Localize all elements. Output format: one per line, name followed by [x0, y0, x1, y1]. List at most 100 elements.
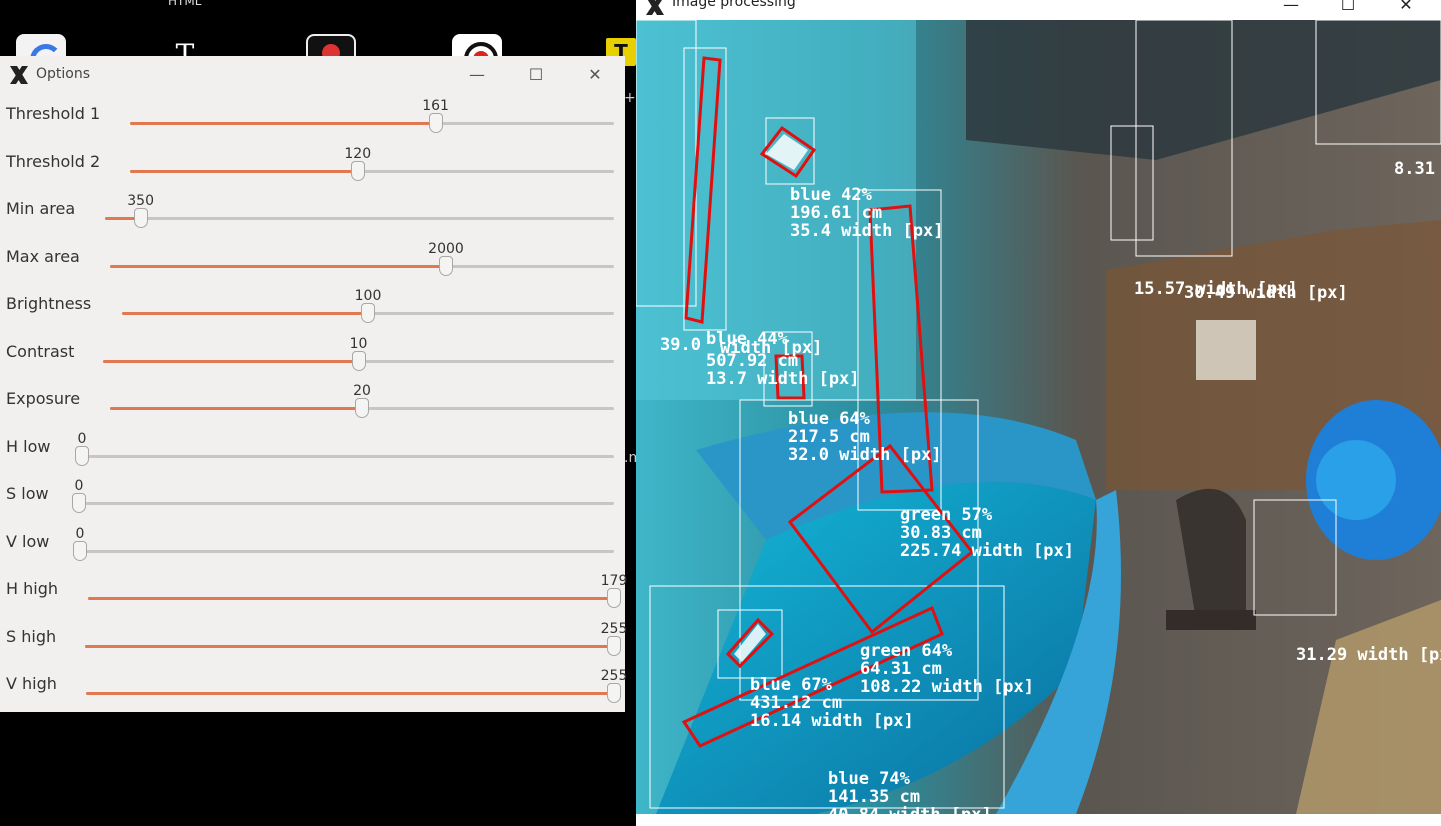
slider-handle[interactable] — [133, 208, 148, 228]
annotation-label: 31.29 width [px] — [1296, 645, 1441, 665]
annotation-label: 39.0 — [660, 335, 701, 355]
close-button[interactable]: ✕ — [1395, 0, 1417, 16]
annotation-label: 141.35 cm — [828, 787, 920, 807]
slider-label: V high — [6, 674, 57, 693]
slider-label: Min area — [6, 199, 76, 218]
slider-value: 2000 — [428, 241, 464, 257]
slider-value: 100 — [354, 288, 382, 304]
slider-value: 0 — [74, 478, 84, 494]
image-processing-window: Image processing — ☐ ✕ blue 42% 196.61 c… — [636, 0, 1441, 826]
slider-label: Exposure — [6, 389, 81, 408]
slider-row-v-high: V high 255 — [0, 668, 627, 730]
minimize-button[interactable]: — — [1280, 0, 1302, 16]
annotation-label: 225.74 width [px] — [900, 541, 1074, 561]
slider-track[interactable]: 350 — [105, 193, 614, 228]
slider-value: 120 — [344, 146, 372, 162]
slider-value: 0 — [75, 526, 85, 542]
detection-overlay: blue 42% 196.61 cm 35.4 width [px] 39.0 … — [636, 20, 1441, 814]
annotation-label: blue 67% — [750, 675, 833, 695]
slider-handle[interactable] — [361, 303, 375, 323]
annotation-label: 64.31 cm — [860, 659, 942, 679]
annotation-label: 507.92 cm — [706, 351, 798, 371]
x-window-logo-icon — [10, 66, 28, 84]
slider-row-v-low: V low 0 — [0, 526, 625, 588]
slider-value: 255 — [600, 668, 628, 684]
slider-fill — [110, 265, 446, 268]
slider-handle[interactable] — [351, 351, 366, 371]
slider-fill — [103, 360, 359, 363]
slider-value: 161 — [422, 98, 449, 114]
slider-value: 255 — [600, 621, 628, 637]
slider-track[interactable]: 0 — [75, 431, 614, 466]
annotation-label: 108.22 width [px] — [860, 677, 1034, 697]
slider-fill — [85, 645, 614, 648]
slider-label: V low — [6, 532, 50, 551]
slider-handle[interactable] — [607, 636, 621, 656]
annotation-label: 8.31 — [1394, 159, 1435, 179]
slider-fill — [130, 170, 358, 173]
slider-row-h-low: H low 0 — [0, 431, 625, 493]
annotation-label: 32.0 width [px] — [788, 445, 942, 465]
annotation-label: blue 64% — [788, 409, 871, 429]
window-title: Image processing — [672, 0, 796, 10]
slider-label: Threshold 1 — [6, 104, 101, 123]
slider-handle[interactable] — [355, 398, 369, 418]
annotation-label: blue 42% — [790, 185, 873, 205]
slider-track[interactable]: 100 — [122, 288, 614, 323]
slider-track[interactable]: 179 — [88, 573, 627, 608]
slider-row-contrast: Contrast 10 — [0, 336, 625, 398]
annotation-label: 16.14 width [px] — [750, 711, 914, 731]
slider-row-s-low: S low 0 — [0, 478, 625, 540]
slider-row-h-high: H high 179 — [0, 573, 627, 635]
slider-fill — [86, 692, 614, 695]
desktop-top-text: HTML — [168, 0, 202, 8]
slider-label: Max area — [6, 247, 80, 266]
annotation-label: green 57% — [900, 505, 993, 525]
slider-handle[interactable] — [75, 446, 89, 466]
slider-track[interactable]: 2000 — [110, 241, 614, 276]
slider-row-max-area: Max area 2000 — [0, 241, 625, 303]
annotation-label: 431.12 cm — [750, 693, 842, 713]
slider-handle[interactable] — [72, 493, 86, 513]
slider-handle[interactable] — [439, 256, 453, 276]
slider-track[interactable]: 20 — [110, 383, 614, 418]
window-title: Options — [36, 66, 91, 82]
slider-handle[interactable] — [73, 541, 87, 561]
slider-track[interactable]: 255 — [86, 668, 627, 703]
slider-handle[interactable] — [607, 588, 621, 608]
slider-label: Brightness — [6, 294, 92, 313]
slider-handle[interactable] — [428, 113, 443, 133]
annotation-label: 13.7 width [px] — [706, 369, 860, 389]
slider-track[interactable]: 161 — [130, 98, 614, 133]
annotation-label: 40.84 width [px] — [828, 805, 992, 814]
slider-row-min-area: Min area 350 — [0, 193, 625, 255]
slider-value: 350 — [127, 193, 154, 209]
annotation-label: 35.4 width [px] — [790, 221, 944, 241]
slider-track[interactable]: 0 — [73, 526, 614, 561]
slider-track[interactable]: 255 — [85, 621, 627, 656]
slider-track[interactable]: 120 — [130, 146, 614, 181]
options-titlebar[interactable]: Options — ☐ ✕ — [0, 56, 625, 94]
close-button[interactable]: ✕ — [584, 64, 606, 86]
slider-track[interactable]: 10 — [103, 336, 614, 371]
slider-label: H low — [6, 437, 51, 456]
slider-track[interactable]: 0 — [72, 478, 614, 513]
slider-row-brightness: Brightness 100 — [0, 288, 625, 350]
maximize-button[interactable]: ☐ — [1337, 0, 1359, 16]
slider-value: 179 — [600, 573, 628, 589]
image-titlebar[interactable]: Image processing — ☐ ✕ — [636, 0, 1441, 20]
slider-label: Contrast — [6, 342, 75, 361]
slider-handle[interactable] — [607, 683, 621, 703]
slider-value: 10 — [349, 336, 368, 352]
slider-handle[interactable] — [350, 161, 365, 181]
camera-image: blue 42% 196.61 cm 35.4 width [px] 39.0 … — [636, 20, 1441, 814]
slider-value: 0 — [77, 431, 87, 447]
minimize-button[interactable]: — — [466, 64, 488, 86]
maximize-button[interactable]: ☐ — [525, 64, 547, 86]
annotation-label: 30.49 width [px] — [1184, 283, 1348, 303]
annotation-label: 196.61 cm — [790, 203, 882, 223]
slider-row-exposure: Exposure 20 — [0, 383, 625, 445]
slider-label: S high — [6, 627, 57, 646]
slider-value: 20 — [353, 383, 371, 399]
slider-fill — [130, 122, 436, 125]
